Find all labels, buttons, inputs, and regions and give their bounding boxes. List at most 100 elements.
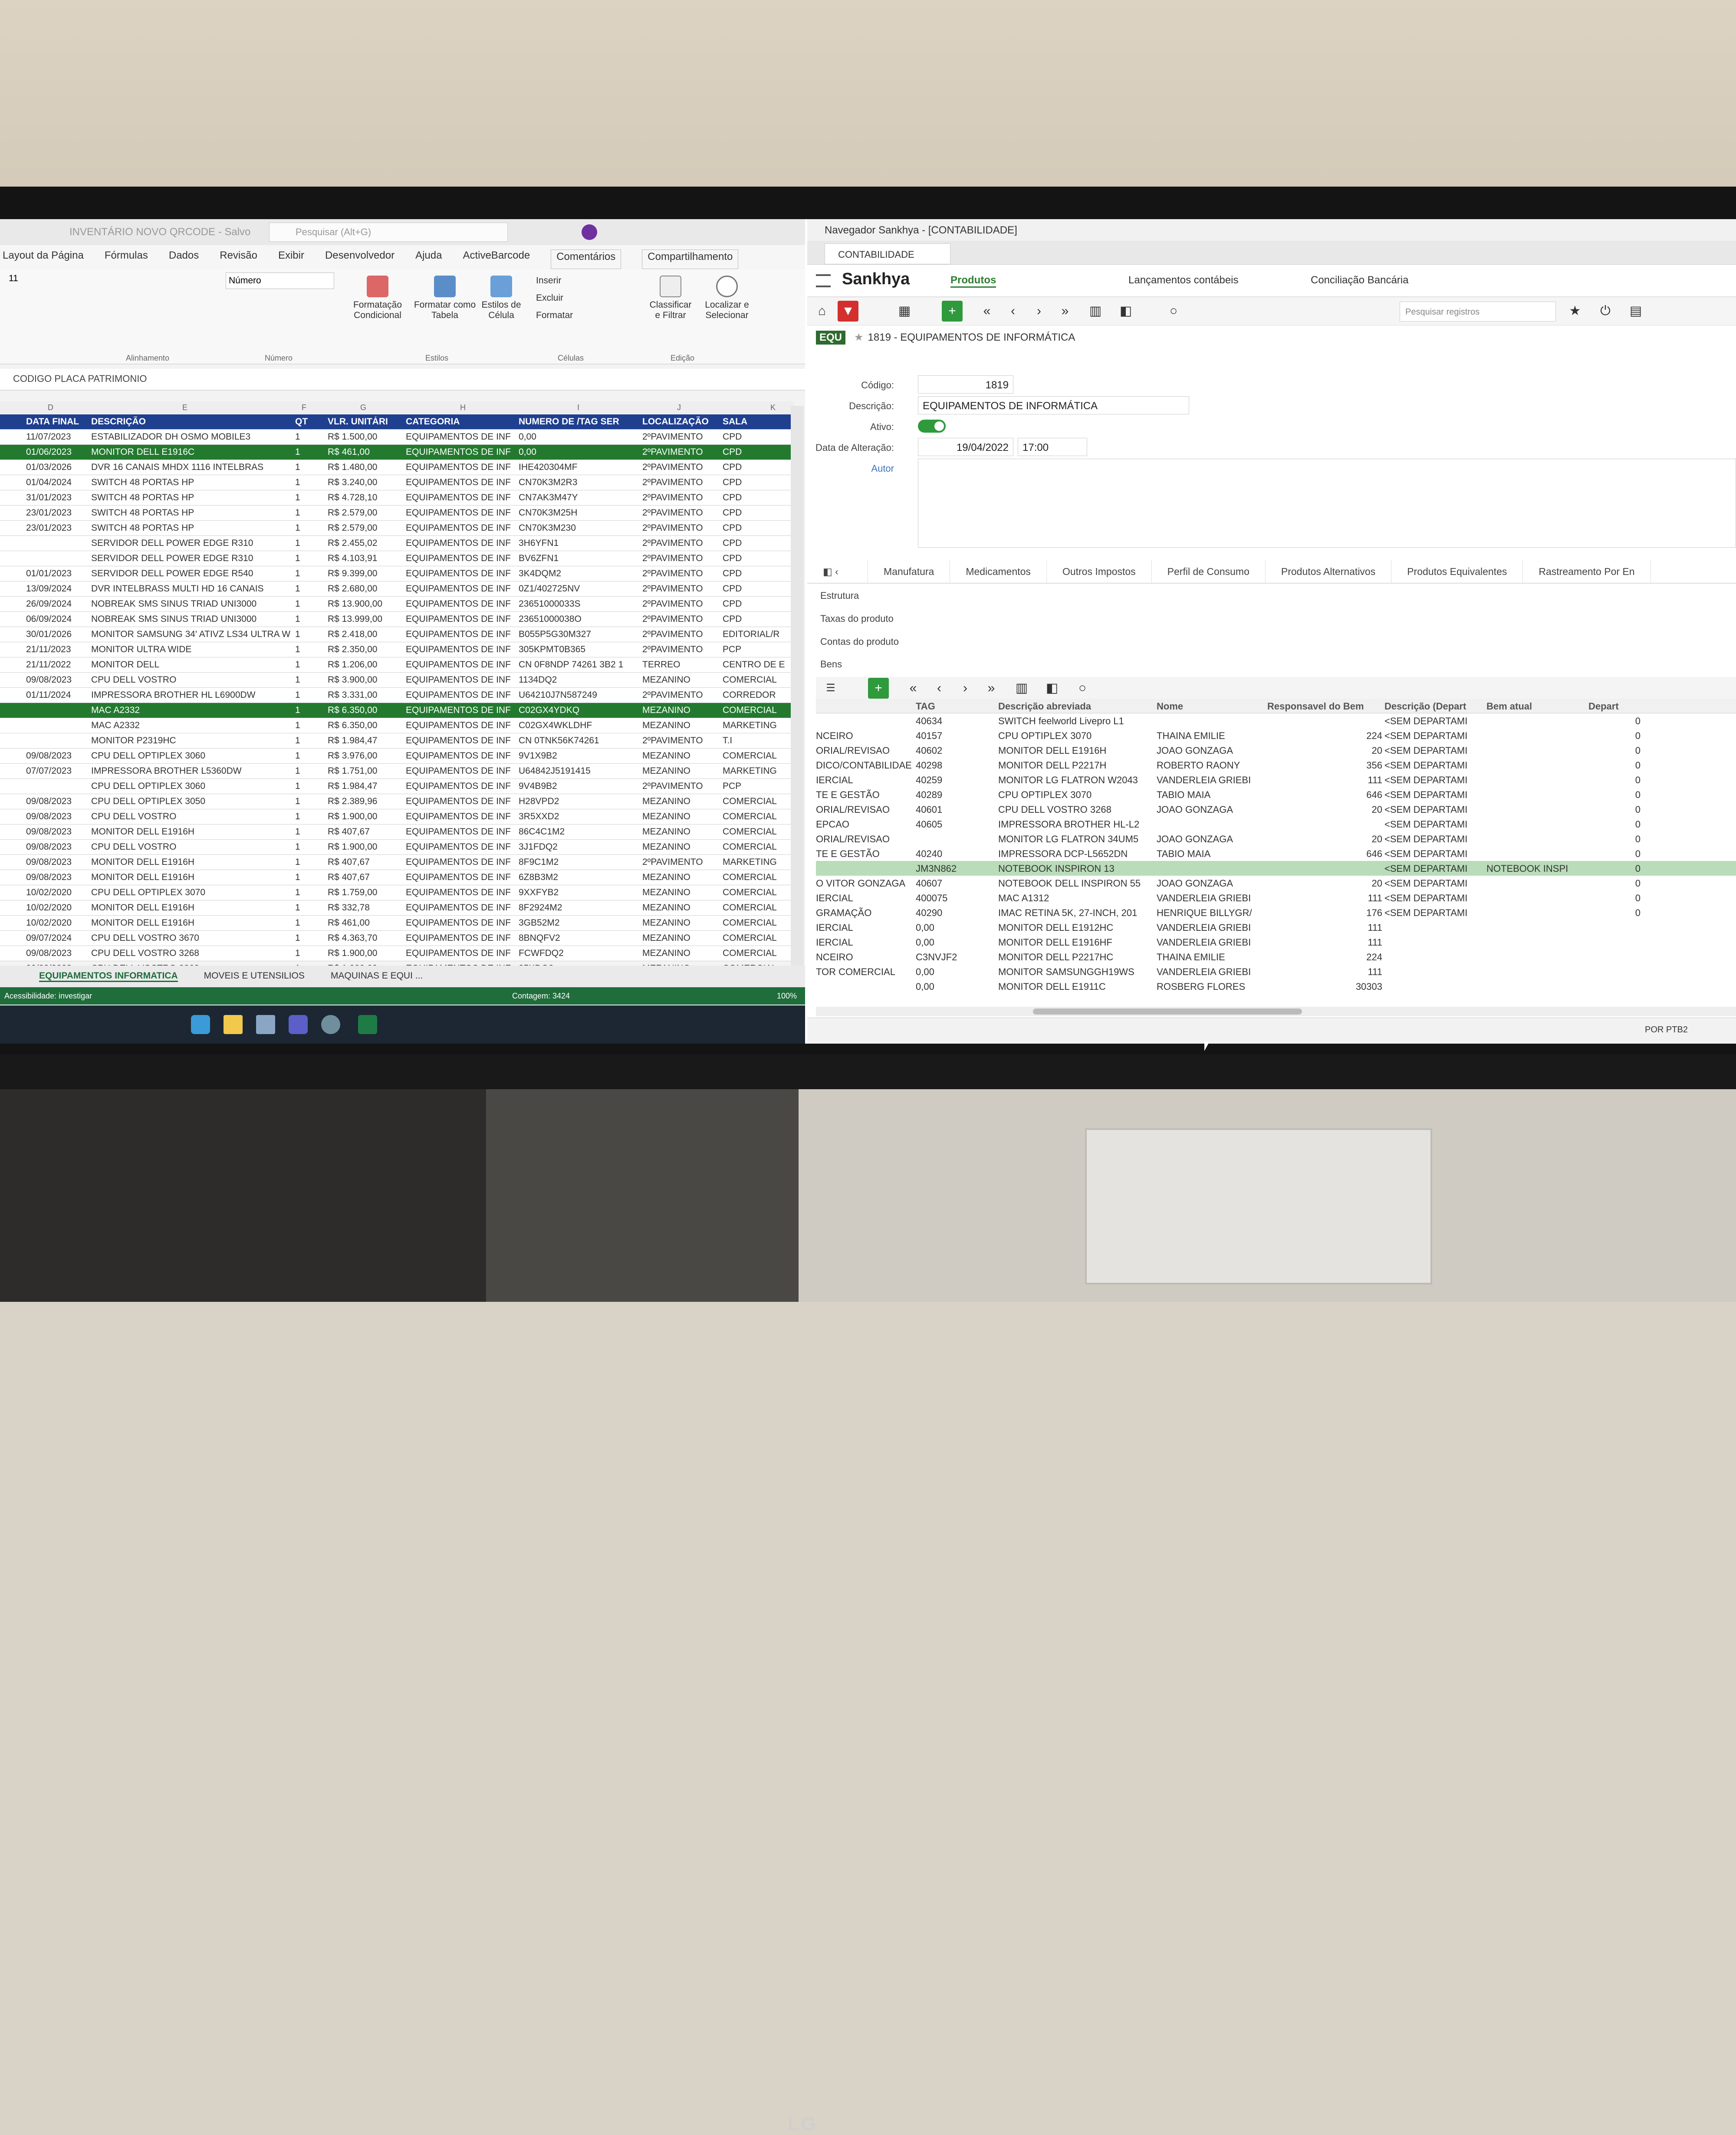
- cell[interactable]: R$ 407,67: [328, 827, 395, 837]
- cell[interactable]: EQUIPAMENTOS DE INF: [406, 872, 516, 883]
- grid-first-icon[interactable]: «: [903, 678, 924, 699]
- sheet-tab-maquinas[interactable]: MAQUINAS E EQUI ...: [331, 971, 423, 982]
- cell[interactable]: EQUIPAMENTOS DE INF: [406, 918, 516, 928]
- cell[interactable]: R$ 1.206,00: [328, 660, 395, 670]
- grid-cell[interactable]: VANDERLEIA GRIEBI: [1157, 775, 1265, 786]
- cell[interactable]: CPU DELL VOSTRO 3670: [91, 933, 295, 943]
- cell[interactable]: SWITCH 48 PORTAS HP: [91, 523, 295, 533]
- grid-row[interactable]: IERCIAL 400075 MAC A1312 VANDERLEIA GRIEBI 1…: [816, 890, 1736, 905]
- grid-cell[interactable]: 0: [1588, 789, 1641, 801]
- header-descricao[interactable]: DESCRIÇÃO: [91, 417, 295, 427]
- cell[interactable]: MEZANINO: [642, 675, 718, 685]
- cell[interactable]: R$ 1.480,00: [328, 462, 395, 473]
- table-row[interactable]: 23/01/2023 SWITCH 48 PORTAS HP 1 R$ 2.579,0…: [0, 506, 794, 521]
- cell[interactable]: COMERCIAL: [723, 827, 788, 837]
- cell[interactable]: B055P5G30M327: [519, 629, 640, 640]
- table-row[interactable]: 21/11/2022 MONITOR DELL 1 R$ 1.206,00 EQUIPA…: [0, 657, 794, 673]
- cell[interactable]: EQUIPAMENTOS DE INF: [406, 493, 516, 503]
- grid-cell[interactable]: 40157: [916, 730, 994, 742]
- table-row[interactable]: 09/08/2023 CPU DELL VOSTRO 1 R$ 3.900,00 EQU…: [0, 673, 794, 688]
- grid-cell[interactable]: VANDERLEIA GRIEBI: [1157, 922, 1265, 933]
- format-button[interactable]: Formatar: [536, 310, 573, 321]
- grid-cell[interactable]: ROSBERG FLORES: [1157, 981, 1265, 992]
- cell[interactable]: CPU DELL OPTIPLEX 3050: [91, 796, 295, 807]
- table-row[interactable]: 09/08/2023 MONITOR DELL E1916H 1 R$ 407,67 E…: [0, 870, 794, 885]
- cell[interactable]: R$ 2.579,00: [328, 508, 395, 518]
- cell[interactable]: 2ºPAVIMENTO: [642, 462, 718, 473]
- grid-row[interactable]: NCEIRO C3NVJF2 MONITOR DELL P2217HC THAINA …: [816, 949, 1736, 964]
- grid-cell[interactable]: 40605: [916, 819, 994, 830]
- share-button[interactable]: Compartilhamento: [642, 250, 739, 269]
- cell[interactable]: 23/01/2023: [26, 523, 91, 533]
- header-sala[interactable]: SALA: [723, 417, 788, 427]
- grid-cell[interactable]: VANDERLEIA GRIEBI: [1157, 893, 1265, 904]
- col-f[interactable]: F: [302, 403, 306, 412]
- grid-cell[interactable]: 20: [1267, 878, 1382, 889]
- tab-produtos-alternativos[interactable]: Produtos Alternativos: [1266, 560, 1392, 583]
- cell[interactable]: 21/11/2022: [26, 660, 91, 670]
- first-record-icon[interactable]: «: [976, 301, 997, 322]
- header-tag[interactable]: NUMERO DE /TAG SER: [519, 417, 640, 427]
- cell[interactable]: 1: [295, 477, 315, 488]
- table-row[interactable]: 01/06/2023 MONITOR DELL E1916C 1 R$ 461,00 E…: [0, 445, 794, 460]
- cell[interactable]: 2ºPAVIMENTO: [642, 538, 718, 549]
- cell-styles-button[interactable]: Estilos de Célula: [480, 276, 523, 321]
- cell[interactable]: 10/02/2020: [26, 887, 91, 898]
- grid-next-icon[interactable]: ›: [955, 678, 976, 699]
- cell[interactable]: 23651000038O: [519, 614, 640, 624]
- cell[interactable]: MEZANINO: [642, 903, 718, 913]
- app-icon[interactable]: [321, 1015, 340, 1034]
- cell[interactable]: CN 0F8NDP 74261 3B2 1: [519, 660, 640, 670]
- grid-cell[interactable]: 20: [1267, 834, 1382, 845]
- cell[interactable]: CN7AK3M47Y: [519, 493, 640, 503]
- cell[interactable]: 0,00: [519, 432, 640, 442]
- grid-cell[interactable]: IERCIAL: [816, 775, 914, 786]
- tab-outros-impostos[interactable]: Outros Impostos: [1047, 560, 1152, 583]
- grid-row[interactable]: DICO/CONTABILIDAE 40298 MONITOR DELL P2217…: [816, 758, 1736, 772]
- cell[interactable]: MONITOR DELL E1916H: [91, 857, 295, 867]
- grid-row[interactable]: TE E GESTÃO 40289 CPU OPTIPLEX 3070 TABIO M…: [816, 787, 1736, 802]
- font-size-box[interactable]: 11: [9, 273, 18, 284]
- cell[interactable]: EQUIPAMENTOS DE INF: [406, 614, 516, 624]
- cell[interactable]: 09/08/2023: [26, 872, 91, 883]
- cell[interactable]: 09/08/2023: [26, 796, 91, 807]
- grid-cell[interactable]: 0: [1588, 863, 1641, 874]
- cell[interactable]: CN 0TNK56K74261: [519, 736, 640, 746]
- col-e[interactable]: E: [182, 403, 187, 412]
- grid-cell[interactable]: <SEM DEPARTAMI: [1384, 893, 1484, 904]
- table-row[interactable]: MONITOR P2319HC 1 R$ 1.984,47 EQUIPAMENTOS …: [0, 733, 794, 749]
- cell[interactable]: R$ 1.900,00: [328, 948, 395, 959]
- grid-cell[interactable]: ORIAL/REVISAO: [816, 834, 914, 845]
- delete-icon[interactable]: ▥: [1085, 301, 1106, 322]
- cell[interactable]: MEZANINO: [642, 766, 718, 776]
- cell[interactable]: R$ 3.240,00: [328, 477, 395, 488]
- table-row[interactable]: 01/11/2024 IMPRESSORA BROTHER HL L6900DW 1…: [0, 688, 794, 703]
- grid-cell[interactable]: 0: [1588, 893, 1641, 904]
- cell[interactable]: 2ºPAVIMENTO: [642, 644, 718, 655]
- grid-cell[interactable]: IERCIAL: [816, 937, 914, 948]
- grid-cell[interactable]: DICO/CONTABILIDAE: [816, 760, 914, 771]
- cell[interactable]: MEZANINO: [642, 887, 718, 898]
- cell[interactable]: 3GB52M2: [519, 918, 640, 928]
- grid-cell[interactable]: 40240: [916, 848, 994, 860]
- grid-cell[interactable]: NCEIRO: [816, 952, 914, 963]
- cell[interactable]: 1: [295, 781, 315, 792]
- grid-row[interactable]: 40634 SWITCH feelworld Livepro L1 <SEM DEP…: [816, 713, 1736, 728]
- cell[interactable]: EQUIPAMENTOS DE INF: [406, 477, 516, 488]
- cell[interactable]: R$ 461,00: [328, 918, 395, 928]
- grid-row[interactable]: 0,00 MONITOR DELL E1911C ROSBERG FLORES 303…: [816, 979, 1736, 994]
- cell[interactable]: MONITOR P2319HC: [91, 736, 295, 746]
- delete-button[interactable]: Excluir: [536, 293, 563, 303]
- table-row[interactable]: 13/09/2024 DVR INTELBRASS MULTI HD 16 CAN…: [0, 581, 794, 597]
- cell[interactable]: EQUIPAMENTOS DE INF: [406, 553, 516, 564]
- cell[interactable]: MEZANINO: [642, 827, 718, 837]
- cell[interactable]: CN70K3M25H: [519, 508, 640, 518]
- grid-row[interactable]: ORIAL/REVISAO 40602 MONITOR DELL E1916H JOA…: [816, 743, 1736, 758]
- cell[interactable]: 01/03/2026: [26, 462, 91, 473]
- cell[interactable]: COMERCIAL: [723, 751, 788, 761]
- cell[interactable]: 10/02/2020: [26, 918, 91, 928]
- cell[interactable]: EQUIPAMENTOS DE INF: [406, 447, 516, 457]
- cell[interactable]: MAC A2332: [91, 720, 295, 731]
- cell[interactable]: MONITOR DELL E1916H: [91, 903, 295, 913]
- col-k[interactable]: K: [770, 403, 776, 412]
